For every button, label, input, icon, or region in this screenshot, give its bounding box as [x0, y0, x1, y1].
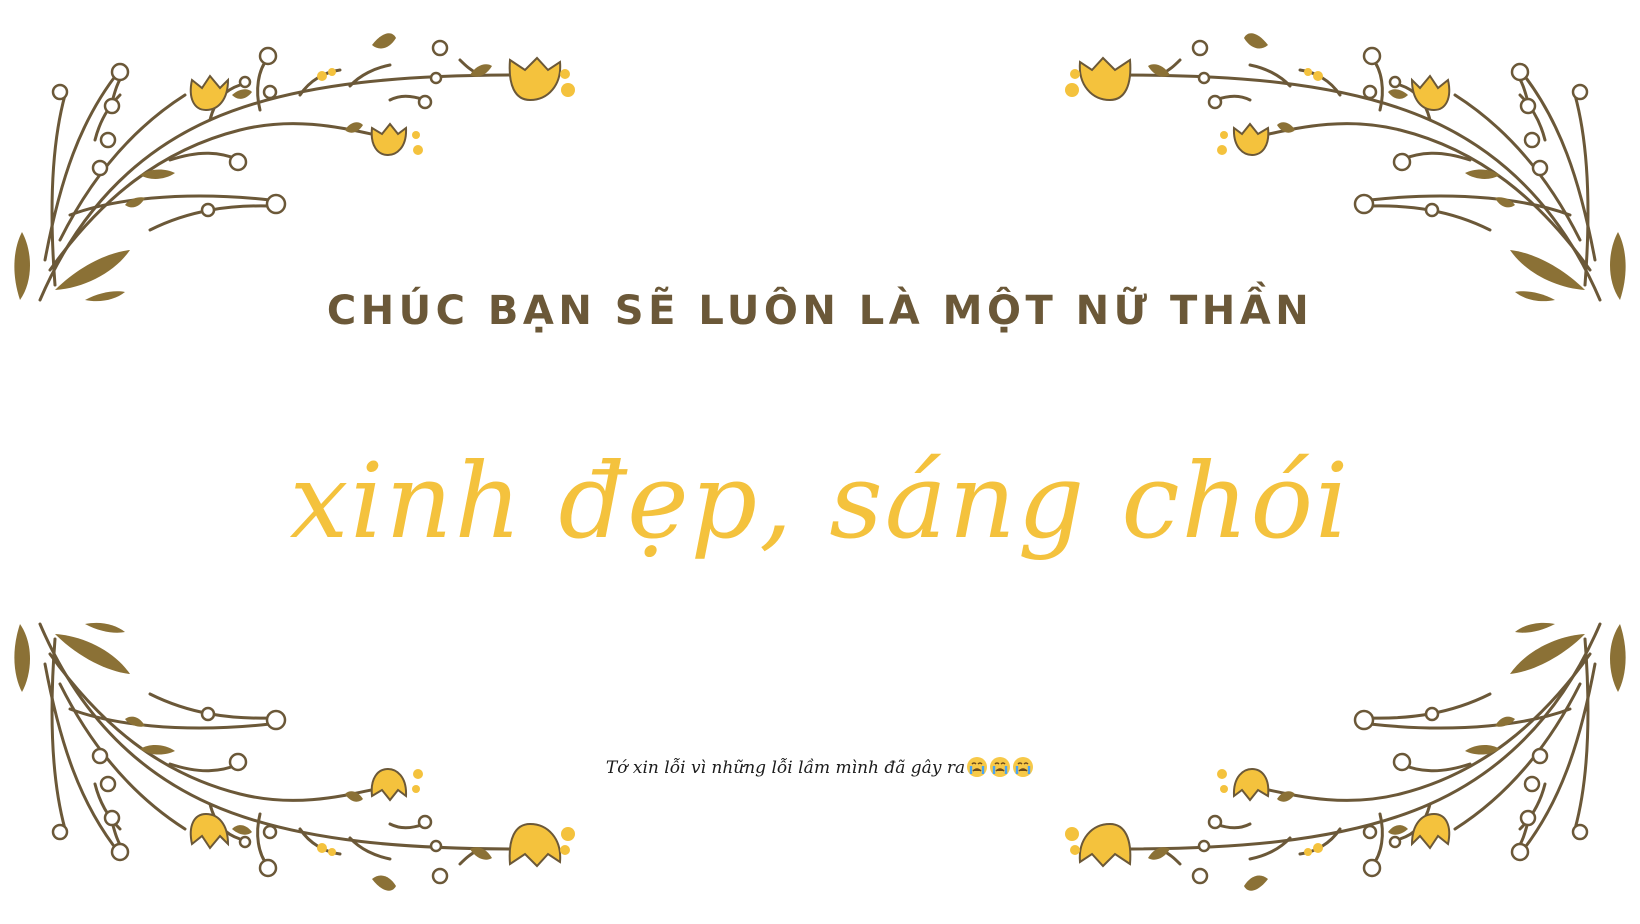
- crying-face-icon: [967, 757, 988, 777]
- crying-face-icon: [990, 757, 1011, 777]
- greeting-script-line: xinh đẹp, sáng chói: [289, 440, 1351, 562]
- greeting-heading: CHÚC BẠN SẼ LUÔN LÀ MỘT NỮ THẦN: [326, 288, 1314, 334]
- apology-note: Tớ xin lỗi vì những lỗi lầm mình đã gây …: [0, 756, 1640, 778]
- greeting-card: CHÚC BẠN SẼ LUÔN LÀ MỘT NỮ THẦN xinh đẹp…: [0, 0, 1640, 924]
- apology-note-text: Tớ xin lỗi vì những lỗi lầm mình đã gây …: [605, 758, 966, 778]
- floral-wreath-top-right-icon: [1063, 31, 1628, 303]
- floral-wreath-top-left-icon: [12, 31, 577, 303]
- crying-face-icon: [1013, 757, 1034, 777]
